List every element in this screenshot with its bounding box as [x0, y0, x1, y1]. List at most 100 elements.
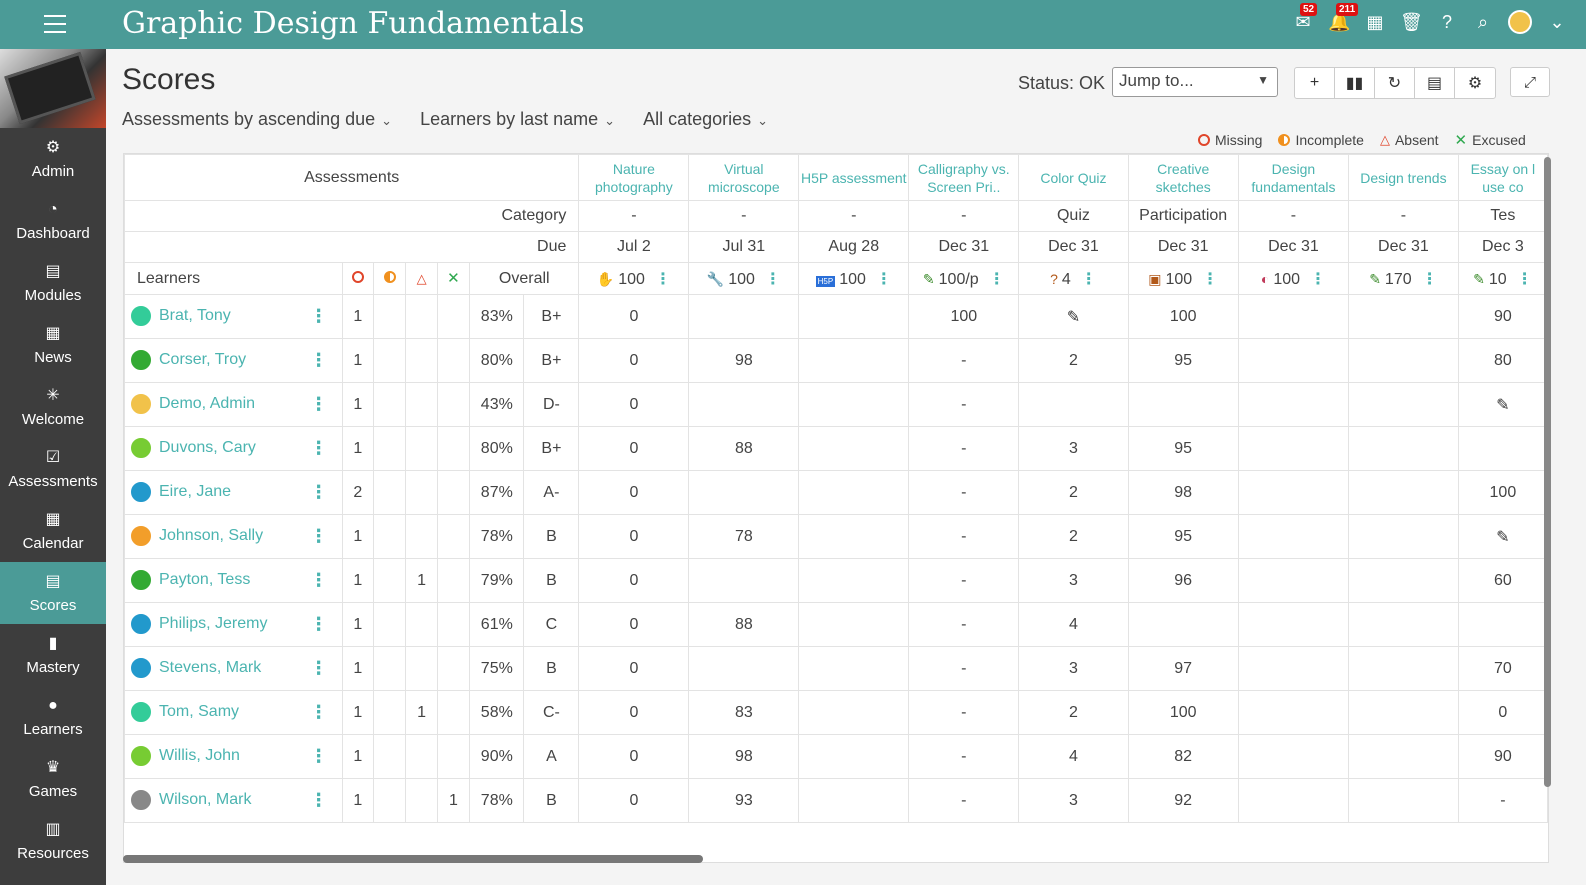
score-cell[interactable]: 96 — [1127, 558, 1239, 603]
more-options-icon[interactable]: ⋮ — [310, 790, 328, 811]
filter-learners-order[interactable]: Learners by last name ⌄ — [420, 109, 615, 130]
assessment-title[interactable]: H5P assessment — [798, 154, 910, 201]
score-cell[interactable] — [1237, 514, 1350, 559]
learner-name[interactable]: Corser, Troy — [159, 351, 246, 368]
score-cell[interactable] — [688, 646, 800, 691]
more-options-icon[interactable]: ⋮ — [1310, 271, 1326, 288]
sidebar-item-news[interactable]: ▦ News — [0, 314, 106, 376]
assessment-title[interactable]: Color Quiz — [1018, 154, 1129, 201]
score-cell[interactable] — [798, 690, 910, 735]
score-cell[interactable] — [1127, 382, 1239, 427]
sidebar-item-assessments[interactable]: ☑ Assessments — [0, 438, 106, 500]
more-options-icon[interactable]: ⋮ — [1202, 271, 1218, 288]
learner-cell[interactable]: Corser, Troy ⋮ — [124, 338, 343, 383]
filter-categories[interactable]: All categories ⌄ — [643, 109, 768, 130]
more-options-icon[interactable]: ⋮ — [765, 271, 781, 288]
assessment-title[interactable]: Virtual microscope — [688, 154, 800, 201]
score-cell[interactable]: - — [908, 734, 1020, 779]
score-cell[interactable]: 90 — [1457, 734, 1548, 779]
score-cell[interactable]: 95 — [1127, 426, 1239, 471]
score-cell[interactable]: 0 — [578, 734, 690, 779]
score-cell[interactable] — [798, 734, 910, 779]
score-cell[interactable]: 78 — [688, 514, 800, 559]
assessment-title[interactable]: Creative sketches — [1127, 154, 1239, 201]
score-cell[interactable] — [1348, 514, 1459, 559]
more-options-icon[interactable]: ⋮ — [1081, 271, 1097, 288]
more-options-icon[interactable]: ⋮ — [310, 570, 328, 591]
settings-button[interactable]: ⚙ — [1455, 68, 1495, 98]
score-cell[interactable]: 0 — [1457, 690, 1548, 735]
score-cell[interactable] — [1237, 646, 1350, 691]
score-cell[interactable]: 3 — [1018, 558, 1129, 603]
menu-icon[interactable] — [44, 15, 66, 33]
score-cell[interactable]: - — [908, 646, 1020, 691]
learner-cell[interactable]: Philips, Jeremy ⋮ — [124, 602, 343, 647]
score-cell[interactable]: 4 — [1018, 734, 1129, 779]
score-cell[interactable] — [798, 602, 910, 647]
vertical-scrollbar[interactable] — [1544, 157, 1551, 787]
score-cell[interactable]: 0 — [578, 382, 690, 427]
score-cell[interactable]: - — [908, 338, 1020, 383]
score-cell[interactable]: 0 — [578, 426, 690, 471]
chevron-down-icon[interactable]: ⌄ — [1546, 11, 1568, 33]
score-cell[interactable] — [1457, 602, 1548, 647]
score-cell[interactable] — [798, 778, 910, 823]
score-cell[interactable]: ✎ — [1457, 514, 1548, 559]
score-cell[interactable]: 82 — [1127, 734, 1239, 779]
sidebar-item-admin[interactable]: ⚙ Admin — [0, 128, 106, 190]
learner-cell[interactable]: Duvons, Cary ⋮ — [124, 426, 343, 471]
score-cell[interactable]: 80 — [1457, 338, 1548, 383]
help-icon[interactable]: ? — [1436, 11, 1458, 33]
learner-name[interactable]: Philips, Jeremy — [159, 615, 267, 632]
score-cell[interactable]: 95 — [1127, 514, 1239, 559]
chart-button[interactable]: ▮▮ — [1335, 68, 1375, 98]
assessment-title[interactable]: Calligraphy vs. Screen Pri.. — [908, 154, 1020, 201]
score-cell[interactable] — [1018, 382, 1129, 427]
score-cell[interactable]: - — [908, 470, 1020, 515]
learner-name[interactable]: Tom, Samy — [159, 703, 239, 720]
score-cell[interactable]: - — [908, 690, 1020, 735]
calendar-icon[interactable]: ▦ — [1364, 11, 1386, 33]
more-options-icon[interactable]: ⋮ — [1517, 271, 1533, 288]
score-cell[interactable] — [1127, 602, 1239, 647]
score-cell[interactable] — [1237, 734, 1350, 779]
assessment-points-header[interactable]: ✋ 100 ⋮ — [578, 262, 690, 295]
assessment-points-header[interactable]: ? 4 ⋮ — [1018, 262, 1129, 295]
assessment-points-header[interactable]: H5P 100 ⋮ — [798, 262, 910, 295]
more-options-icon[interactable]: ⋮ — [310, 394, 328, 415]
score-cell[interactable] — [1348, 426, 1459, 471]
score-cell[interactable]: 2 — [1018, 470, 1129, 515]
sidebar-item-mastery[interactable]: ▮ Mastery — [0, 624, 106, 686]
learner-cell[interactable]: Stevens, Mark ⋮ — [124, 646, 343, 691]
score-cell[interactable]: 97 — [1127, 646, 1239, 691]
score-cell[interactable]: 2 — [1018, 514, 1129, 559]
score-cell[interactable] — [1237, 778, 1350, 823]
sidebar-item-learners[interactable]: ● Learners — [0, 686, 106, 748]
score-cell[interactable]: 100 — [1127, 690, 1239, 735]
score-cell[interactable]: 98 — [1127, 470, 1239, 515]
score-cell[interactable]: ✎ — [1457, 382, 1548, 427]
score-cell[interactable]: 95 — [1127, 338, 1239, 383]
mail-icon[interactable]: ✉ 52 — [1292, 3, 1318, 33]
learner-name[interactable]: Duvons, Cary — [159, 439, 256, 456]
score-cell[interactable] — [1237, 690, 1350, 735]
score-cell[interactable]: 90 — [1457, 294, 1548, 339]
learner-name[interactable]: Brat, Tony — [159, 307, 231, 324]
horizontal-scrollbar[interactable] — [123, 855, 703, 863]
assessment-title[interactable]: Design trends — [1348, 154, 1459, 201]
fullscreen-button[interactable]: ⤢ — [1510, 67, 1550, 97]
score-cell[interactable] — [1348, 470, 1459, 515]
learner-name[interactable]: Johnson, Sally — [159, 527, 263, 544]
score-cell[interactable]: 0 — [578, 558, 690, 603]
assessment-title[interactable]: Design fundamentals — [1237, 154, 1350, 201]
learner-cell[interactable]: Willis, John ⋮ — [124, 734, 343, 779]
score-cell[interactable]: 60 — [1457, 558, 1548, 603]
learner-name[interactable]: Willis, John — [159, 747, 240, 764]
score-cell[interactable]: 4 — [1018, 602, 1129, 647]
sidebar-item-resources[interactable]: ▥ Resources — [0, 810, 106, 872]
assessment-title[interactable]: Nature photography — [578, 154, 690, 201]
sidebar-item-games[interactable]: ♛ Games — [0, 748, 106, 810]
score-cell[interactable]: 0 — [578, 778, 690, 823]
score-cell[interactable]: 2 — [1018, 690, 1129, 735]
assessment-points-header[interactable]: ✎ 10 ⋮ — [1457, 262, 1548, 295]
